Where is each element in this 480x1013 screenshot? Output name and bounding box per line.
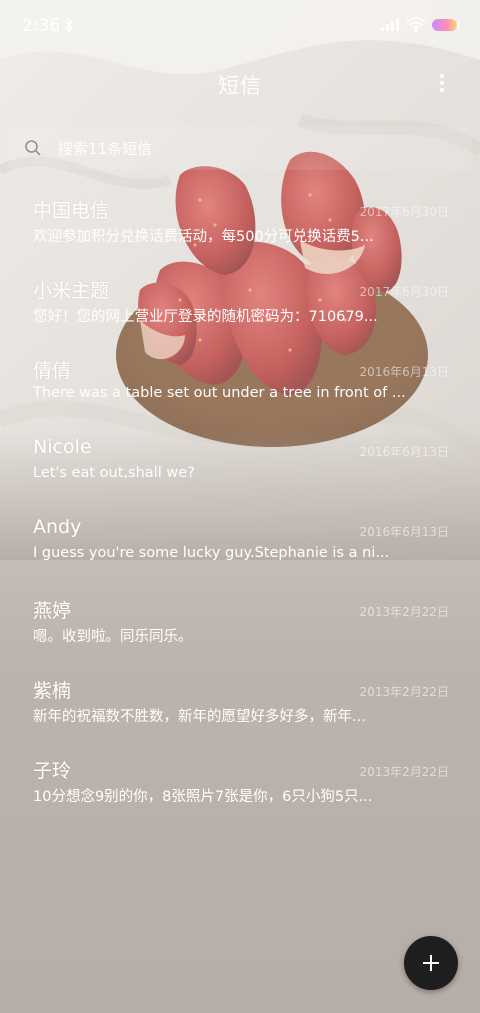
conversation-date: 2013年2月22日 (359, 765, 449, 779)
conversation-date: 2016年6月13日 (359, 525, 449, 539)
wifi-icon (406, 17, 426, 32)
conversation-preview: 欢迎参加积分兑换话费活动，每500分可兑换话费5... (33, 229, 374, 245)
status-bar: 2:36 (0, 0, 480, 52)
conversation-sender: 紫楠 (33, 680, 72, 702)
conversation-sender: 燕婷 (33, 600, 72, 622)
status-time: 2:36 (22, 16, 61, 36)
conversation-date: 2016年6月13日 (359, 445, 449, 459)
conversation-item[interactable]: 子玲 2013年2月22日 10分想念9别的你，8张照片7张是你，6只小狗5只.… (0, 748, 480, 828)
messages-screen: 2:36 短信 搜索11条短信 中国电信 2017年6月30日 欢迎参加积分兑换… (0, 0, 480, 1013)
conversation-item[interactable]: 紫楠 2013年2月22日 新年的祝福数不胜数，新年的愿望好多好多，新年... (0, 668, 480, 748)
more-options-button[interactable] (430, 70, 454, 96)
conversation-date: 2016年6月13日 (359, 365, 449, 379)
conversation-sender: 小米主题 (33, 280, 110, 302)
conversation-preview: 您好！您的网上营业厅登录的随机密码为：710679... (33, 309, 378, 325)
search-bar[interactable]: 搜索11条短信 (8, 126, 472, 170)
conversation-item[interactable]: 中国电信 2017年6月30日 欢迎参加积分兑换话费活动，每500分可兑换话费5… (0, 188, 480, 268)
conversation-preview: I guess you're some lucky guy.Stephanie … (33, 545, 390, 561)
conversation-preview: 新年的祝福数不胜数，新年的愿望好多好多，新年... (33, 709, 366, 725)
battery-icon (432, 19, 460, 31)
conversation-date: 2017年6月30日 (359, 285, 449, 299)
conversation-item[interactable]: 小米主题 2017年6月30日 您好！您的网上营业厅登录的随机密码为：71067… (0, 268, 480, 348)
plus-icon (423, 955, 439, 971)
conversation-date: 2017年6月30日 (359, 205, 449, 219)
more-vertical-icon (440, 74, 444, 78)
conversation-item[interactable]: 燕婷 2013年2月22日 嗯。收到啦。同乐同乐。 (0, 588, 480, 668)
conversation-preview: There was a table set out under a tree i… (33, 385, 406, 401)
conversation-sender: Andy (33, 516, 82, 538)
new-message-button[interactable] (404, 936, 458, 990)
conversation-date: 2013年2月22日 (359, 685, 449, 699)
conversation-item[interactable]: Nicole 2016年6月13日 Let's eat out,shall we… (0, 428, 480, 508)
conversation-sender: 中国电信 (33, 200, 110, 222)
signal-icon (381, 18, 399, 31)
conversation-preview: Let's eat out,shall we? (33, 465, 195, 481)
conversation-preview: 10分想念9别的你，8张照片7张是你，6只小狗5只... (33, 789, 373, 805)
conversation-sender: 倩倩 (33, 360, 72, 382)
conversation-sender: Nicole (33, 436, 92, 458)
conversation-date: 2013年2月22日 (359, 605, 449, 619)
search-input[interactable]: 搜索11条短信 (58, 138, 152, 159)
search-icon (25, 140, 41, 156)
conversation-list: 中国电信 2017年6月30日 欢迎参加积分兑换话费活动，每500分可兑换话费5… (0, 188, 480, 828)
page-title: 短信 (218, 74, 262, 98)
conversation-item[interactable]: Andy 2016年6月13日 I guess you're some luck… (0, 508, 480, 588)
conversation-preview: 嗯。收到啦。同乐同乐。 (33, 629, 193, 645)
bluetooth-icon (64, 17, 74, 33)
conversation-sender: 子玲 (33, 760, 72, 782)
conversation-item[interactable]: 倩倩 2016年6月13日 There was a table set out … (0, 348, 480, 428)
